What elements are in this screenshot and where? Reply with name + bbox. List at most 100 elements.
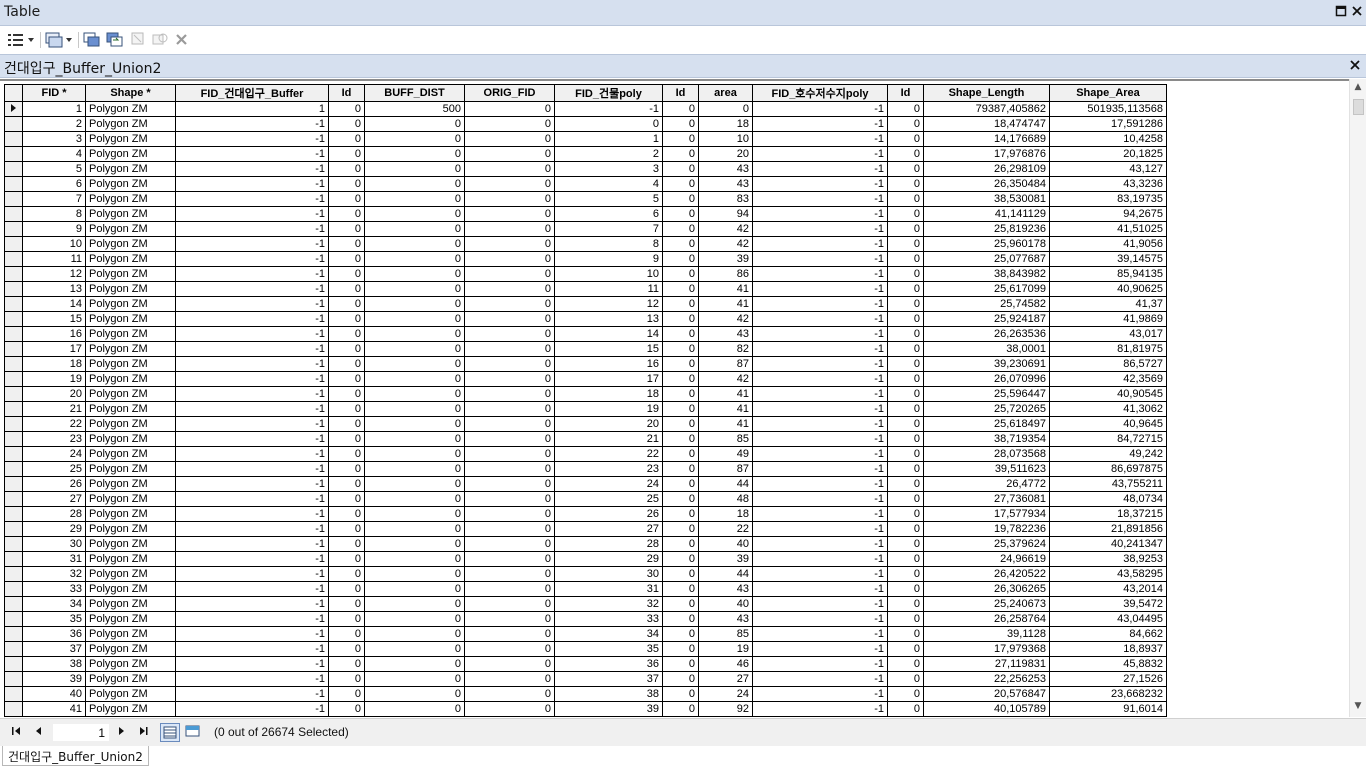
- table-cell[interactable]: 10: [698, 131, 753, 147]
- table-row[interactable]: 31 Polygon ZM -1 0 0 0 29 0 39 -1 0 24,96619 38,9253: [4, 551, 1167, 567]
- table-cell[interactable]: 0: [328, 446, 365, 462]
- table-cell[interactable]: Polygon ZM: [85, 566, 176, 582]
- table-cell[interactable]: 0: [698, 101, 753, 117]
- table-cell[interactable]: 0: [662, 566, 699, 582]
- table-row[interactable]: 35 Polygon ZM -1 0 0 0 33 0 43 -1 0 26,258764 43,044…: [4, 611, 1167, 627]
- table-cell[interactable]: 0: [364, 566, 465, 582]
- table-cell[interactable]: 0: [887, 371, 924, 387]
- corner-cell[interactable]: [4, 84, 23, 102]
- column-header[interactable]: Id: [662, 84, 699, 102]
- row-selector[interactable]: [4, 401, 23, 417]
- table-cell[interactable]: 0: [662, 311, 699, 327]
- table-cell[interactable]: 0: [364, 581, 465, 597]
- table-cell[interactable]: -1: [752, 176, 888, 192]
- table-cell[interactable]: 0: [662, 431, 699, 447]
- table-cell[interactable]: 43,3236: [1049, 176, 1167, 192]
- table-cell[interactable]: 0: [464, 401, 555, 417]
- table-cell[interactable]: 83,19735: [1049, 191, 1167, 207]
- table-cell[interactable]: 13: [22, 281, 86, 297]
- row-selector[interactable]: [4, 641, 23, 657]
- row-selector[interactable]: [4, 536, 23, 552]
- table-cell[interactable]: Polygon ZM: [85, 476, 176, 492]
- scroll-down-icon[interactable]: ▼: [1350, 701, 1366, 715]
- table-cell[interactable]: -1: [175, 476, 329, 492]
- table-cell[interactable]: 0: [662, 266, 699, 282]
- table-cell[interactable]: 20: [554, 416, 663, 432]
- table-cell[interactable]: -1: [175, 431, 329, 447]
- table-cell[interactable]: 30: [22, 536, 86, 552]
- table-cell[interactable]: 0: [887, 176, 924, 192]
- vertical-scrollbar[interactable]: ▲ ▼: [1349, 79, 1366, 717]
- last-record-icon[interactable]: [136, 725, 150, 739]
- table-cell[interactable]: 0: [887, 686, 924, 702]
- table-cell[interactable]: -1: [175, 656, 329, 672]
- table-row[interactable]: 9 Polygon ZM -1 0 0 0 7 0 42 -1 0 25,819236 41,51025: [4, 221, 1167, 237]
- table-cell[interactable]: 0: [464, 161, 555, 177]
- table-row[interactable]: 6 Polygon ZM -1 0 0 0 4 0 43 -1 0 26,350484 43,3236: [4, 176, 1167, 192]
- table-cell[interactable]: -1: [752, 311, 888, 327]
- row-selector[interactable]: [4, 251, 23, 267]
- table-cell[interactable]: 79387,405862: [923, 101, 1050, 117]
- table-cell[interactable]: 0: [887, 506, 924, 522]
- table-cell[interactable]: 0: [662, 296, 699, 312]
- table-row[interactable]: 34 Polygon ZM -1 0 0 0 32 0 40 -1 0 25,240673 39,547…: [4, 596, 1167, 612]
- table-cell[interactable]: -1: [752, 566, 888, 582]
- scroll-thumb[interactable]: [1353, 99, 1364, 115]
- table-cell[interactable]: 0: [364, 296, 465, 312]
- table-cell[interactable]: 0: [662, 401, 699, 417]
- table-cell[interactable]: 0: [364, 596, 465, 612]
- table-cell[interactable]: Polygon ZM: [85, 521, 176, 537]
- table-cell[interactable]: 27,1526: [1049, 671, 1167, 687]
- table-cell[interactable]: 28,073568: [923, 446, 1050, 462]
- table-cell[interactable]: 0: [887, 326, 924, 342]
- table-row[interactable]: 10 Polygon ZM -1 0 0 0 8 0 42 -1 0 25,960178 41,9056: [4, 236, 1167, 252]
- table-cell[interactable]: 12: [554, 296, 663, 312]
- table-cell[interactable]: Polygon ZM: [85, 581, 176, 597]
- table-cell[interactable]: 84,72715: [1049, 431, 1167, 447]
- table-cell[interactable]: -1: [175, 521, 329, 537]
- table-cell[interactable]: 39,14575: [1049, 251, 1167, 267]
- table-cell[interactable]: 0: [662, 206, 699, 222]
- table-row[interactable]: 25 Polygon ZM -1 0 0 0 23 0 87 -1 0 39,511623 86,697…: [4, 461, 1167, 477]
- table-cell[interactable]: 17: [22, 341, 86, 357]
- table-cell[interactable]: 27,736081: [923, 491, 1050, 507]
- table-cell[interactable]: -1: [175, 641, 329, 657]
- table-cell[interactable]: 0: [464, 536, 555, 552]
- table-cell[interactable]: 39: [22, 671, 86, 687]
- table-cell[interactable]: Polygon ZM: [85, 701, 176, 717]
- table-cell[interactable]: 0: [328, 116, 365, 132]
- show-all-records-icon[interactable]: [160, 723, 180, 742]
- table-cell[interactable]: -1: [175, 596, 329, 612]
- table-cell[interactable]: -1: [752, 236, 888, 252]
- table-cell[interactable]: 7: [22, 191, 86, 207]
- table-cell[interactable]: 0: [328, 221, 365, 237]
- row-selector[interactable]: [4, 446, 23, 462]
- table-cell[interactable]: Polygon ZM: [85, 536, 176, 552]
- table-cell[interactable]: -1: [175, 551, 329, 567]
- column-header[interactable]: FID_건대입구_Buffer: [175, 84, 329, 102]
- table-cell[interactable]: -1: [752, 116, 888, 132]
- row-selector[interactable]: [4, 326, 23, 342]
- table-cell[interactable]: -1: [175, 116, 329, 132]
- table-cell[interactable]: 0: [328, 206, 365, 222]
- table-cell[interactable]: 0: [364, 206, 465, 222]
- table-cell[interactable]: 25,596447: [923, 386, 1050, 402]
- table-cell[interactable]: -1: [175, 251, 329, 267]
- table-cell[interactable]: 41: [698, 386, 753, 402]
- table-cell[interactable]: 0: [328, 341, 365, 357]
- table-cell[interactable]: -1: [752, 296, 888, 312]
- table-cell[interactable]: 41: [698, 281, 753, 297]
- table-cell[interactable]: Polygon ZM: [85, 356, 176, 372]
- table-cell[interactable]: 43,04495: [1049, 611, 1167, 627]
- table-cell[interactable]: 39: [698, 551, 753, 567]
- table-cell[interactable]: -1: [752, 146, 888, 162]
- table-cell[interactable]: 0: [364, 386, 465, 402]
- table-cell[interactable]: 42,3569: [1049, 371, 1167, 387]
- table-cell[interactable]: 0: [662, 251, 699, 267]
- table-cell[interactable]: 14,176689: [923, 131, 1050, 147]
- table-cell[interactable]: 21: [554, 431, 663, 447]
- table-cell[interactable]: -1: [752, 356, 888, 372]
- row-selector[interactable]: [4, 356, 23, 372]
- table-row[interactable]: 16 Polygon ZM -1 0 0 0 14 0 43 -1 0 26,263536 43,017: [4, 326, 1167, 342]
- table-cell[interactable]: 0: [464, 566, 555, 582]
